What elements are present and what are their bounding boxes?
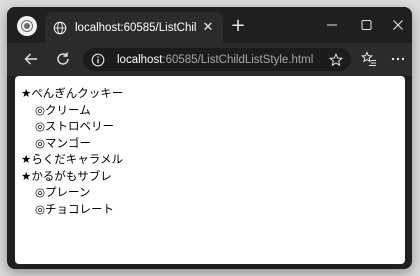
maximize-icon[interactable] <box>356 16 376 34</box>
url-host: localhost <box>117 53 163 66</box>
tab-close-icon[interactable]: ✕ <box>201 20 215 35</box>
address-bar[interactable]: localhost:60585/ListChildListStyle.html <box>83 48 351 71</box>
nested-list: ◎プレーン ◎チョコレート <box>21 184 405 217</box>
nested-list-item: ◎プレーン <box>35 185 91 199</box>
nested-list-item: ◎クリーム <box>35 102 91 117</box>
close-window-icon[interactable] <box>388 16 408 34</box>
tab-title: localhost:60585/ListChildListStyle.html <box>75 21 197 34</box>
nested-list: ◎クリーム ◎ストロベリー ◎マンゴー <box>21 102 405 152</box>
globe-icon <box>53 21 67 34</box>
profile-avatar[interactable] <box>17 16 37 36</box>
title-bar: localhost:60585/ListChildListStyle.html … <box>7 7 412 43</box>
minimize-icon[interactable] <box>322 16 342 34</box>
list-item: ★かるがもサブレ ◎プレーン ◎チョコレート <box>21 168 405 218</box>
page-content: ★ぺんぎんクッキー ◎クリーム ◎ストロベリー ◎マンゴー ★らくだキャラメル … <box>15 76 405 264</box>
browser-window: localhost:60585/ListChildListStyle.html … <box>7 7 412 269</box>
toolbar: localhost:60585/ListChildListStyle.html <box>7 43 412 76</box>
list-item: ★ぺんぎんクッキー ◎クリーム ◎ストロベリー ◎マンゴー <box>21 85 405 151</box>
favorites-icon[interactable] <box>359 49 379 69</box>
active-tab[interactable]: localhost:60585/ListChildListStyle.html … <box>45 12 223 43</box>
outer-list: ★ぺんぎんクッキー ◎クリーム ◎ストロベリー ◎マンゴー ★らくだキャラメル … <box>21 85 405 217</box>
new-tab-icon[interactable]: + <box>229 17 247 35</box>
url-path: :60585/ListChildListStyle.html <box>162 53 314 66</box>
list-item: ★らくだキャラメル <box>21 152 123 166</box>
nested-list-item: ◎マンゴー <box>35 135 92 150</box>
refresh-icon[interactable] <box>53 49 73 69</box>
nested-list-item: ◎ストロベリー <box>35 119 115 133</box>
back-icon[interactable] <box>21 49 41 69</box>
more-options-icon[interactable] <box>388 49 408 69</box>
site-info-icon[interactable] <box>91 53 105 67</box>
avatar-icon <box>22 21 32 31</box>
favorite-star-icon[interactable] <box>329 52 343 67</box>
nested-list-item: ◎チョコレート <box>35 201 115 216</box>
